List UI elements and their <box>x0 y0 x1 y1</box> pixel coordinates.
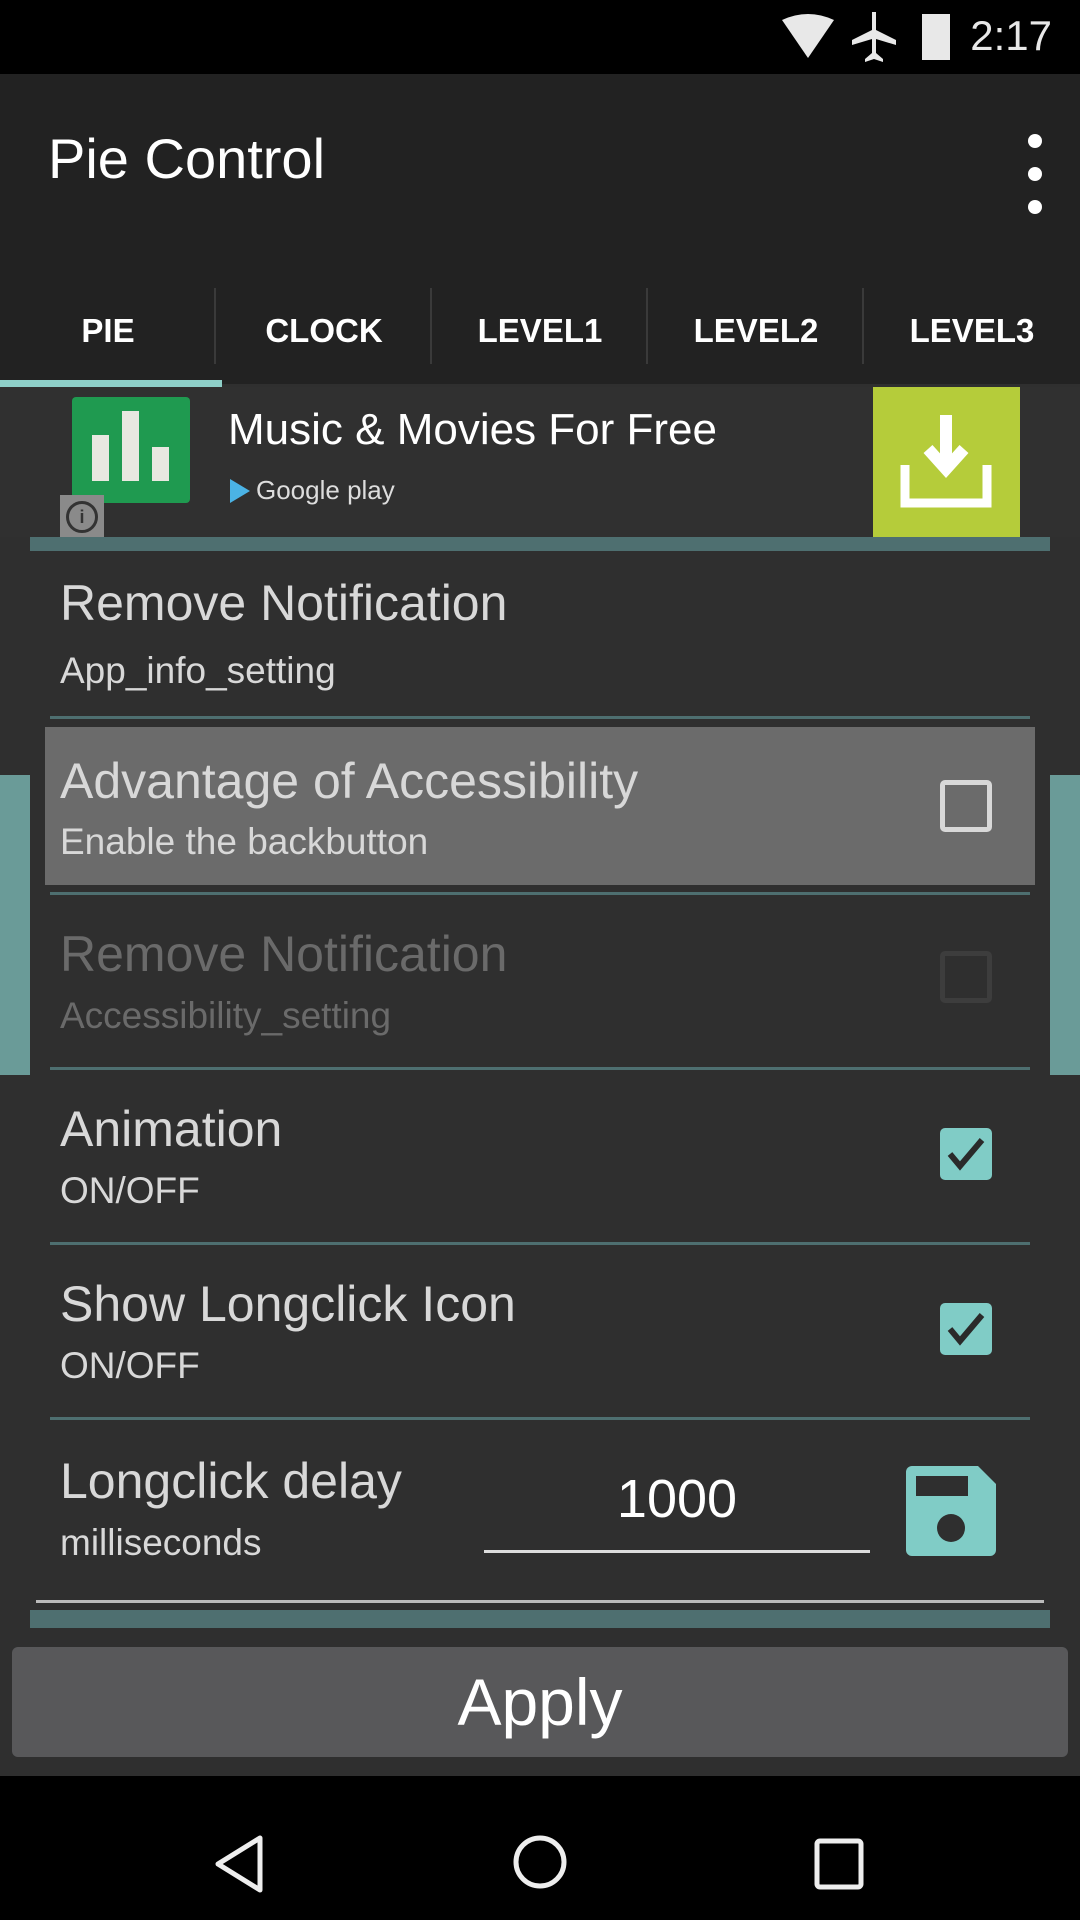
longclick-delay-input[interactable]: 1000 <box>484 1468 870 1530</box>
tab-level2[interactable]: LEVEL2 <box>648 278 864 384</box>
tab-clock[interactable]: CLOCK <box>216 278 432 384</box>
app-title: Pie Control <box>48 127 326 190</box>
tab-bar: PIE CLOCK LEVEL1 LEVEL2 LEVEL3 <box>0 278 1080 384</box>
home-icon[interactable] <box>512 1834 568 1890</box>
list-bottom-divider <box>36 1600 1044 1603</box>
app-chart-icon <box>72 397 190 503</box>
tab-level3[interactable]: LEVEL3 <box>864 278 1080 384</box>
overflow-menu-icon[interactable] <box>1020 134 1050 214</box>
wifi-icon <box>782 14 834 58</box>
scroll-edge-left <box>0 775 30 1075</box>
tab-level1[interactable]: LEVEL1 <box>432 278 648 384</box>
tab-indicator <box>0 380 222 387</box>
ad-divider <box>30 537 1050 551</box>
scroll-edge-right <box>1050 775 1080 1075</box>
back-icon[interactable] <box>212 1834 268 1894</box>
setting-remove-notification-app[interactable]: Remove Notification App_info_setting <box>50 560 1030 710</box>
scrollbar-track[interactable] <box>30 1610 1050 1628</box>
ad-banner[interactable]: i Music & Movies For Free Google play <box>0 387 1080 539</box>
setting-advantage-accessibility[interactable]: Advantage of Accessibility Enable the ba… <box>50 727 1030 885</box>
animation-checkbox[interactable] <box>940 1128 992 1180</box>
download-icon <box>900 415 992 508</box>
battery-icon <box>922 14 950 60</box>
save-icon[interactable] <box>906 1466 996 1556</box>
play-store-icon <box>230 478 250 503</box>
accessibility-checkbox[interactable] <box>940 780 992 832</box>
airplane-icon <box>852 12 896 62</box>
remove-notification-checkbox <box>940 951 992 1003</box>
check-icon <box>947 1138 985 1171</box>
navigation-bar <box>0 1776 1080 1920</box>
setting-show-longclick-icon[interactable]: Show Longclick Icon ON/OFF <box>50 1245 1030 1415</box>
ad-title: Music & Movies For Free <box>228 405 717 454</box>
status-bar: 2:17 <box>0 0 1080 74</box>
input-underline <box>484 1550 870 1553</box>
divider <box>50 716 1030 719</box>
recents-icon[interactable] <box>814 1838 864 1890</box>
check-icon <box>947 1313 985 1346</box>
ad-info-icon[interactable]: i <box>60 495 104 539</box>
app-bar: Pie Control PIE CLOCK LEVEL1 LEVEL2 LEVE… <box>0 74 1080 384</box>
apply-button[interactable]: Apply <box>12 1647 1068 1757</box>
setting-remove-notification-accessibility: Remove Notification Accessibility_settin… <box>50 895 1030 1065</box>
setting-animation[interactable]: Animation ON/OFF <box>50 1070 1030 1240</box>
tab-pie[interactable]: PIE <box>0 278 216 384</box>
longclick-icon-checkbox[interactable] <box>940 1303 992 1355</box>
google-play-badge: Google play <box>230 475 395 506</box>
ad-download-button[interactable] <box>873 387 1020 537</box>
clock: 2:17 <box>970 12 1052 59</box>
